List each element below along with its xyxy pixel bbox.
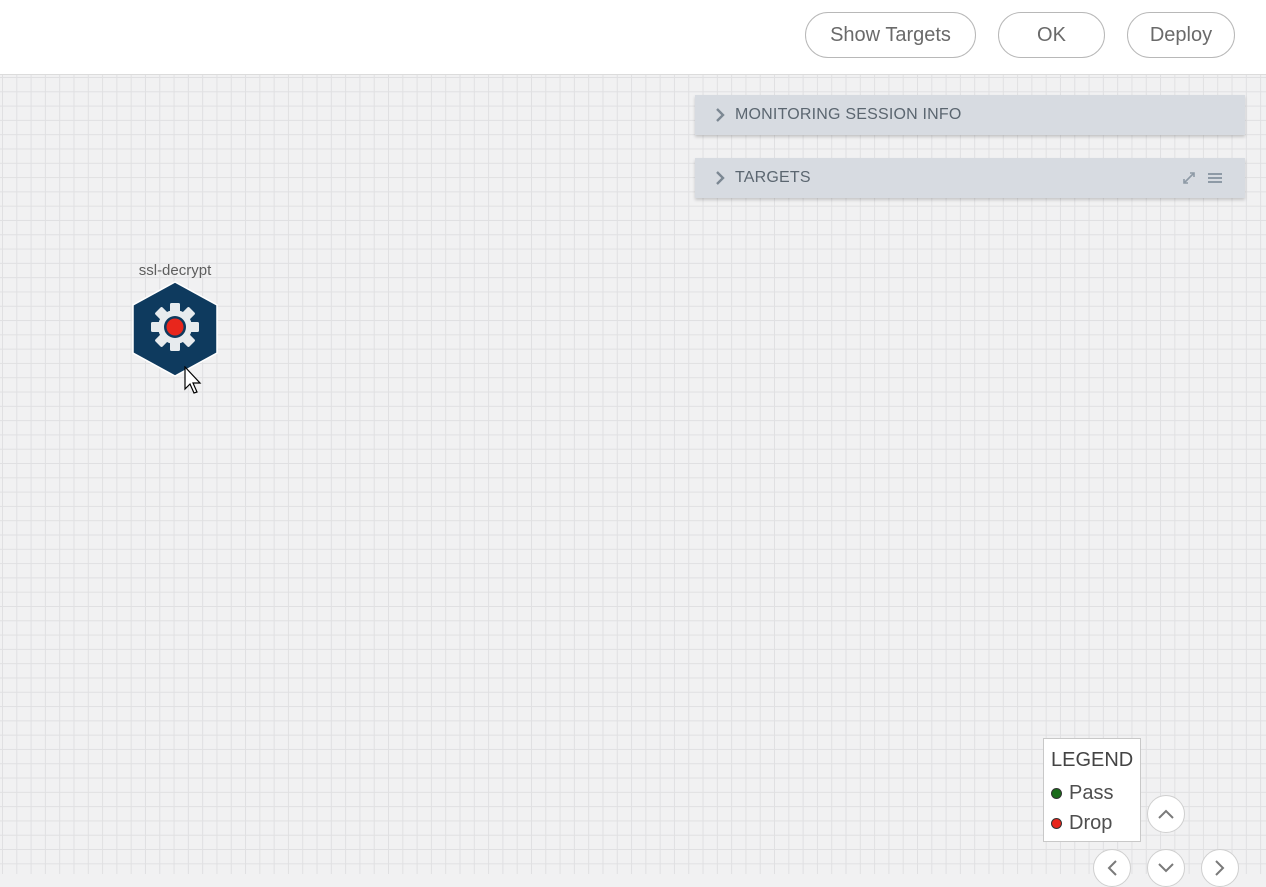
- pan-left-button[interactable]: [1093, 849, 1131, 887]
- node-label: ssl-decrypt: [138, 262, 212, 279]
- legend: LEGEND Pass Drop: [1043, 738, 1141, 842]
- legend-title: LEGEND: [1051, 749, 1134, 771]
- top-toolbar: Show Targets OK Deploy: [0, 0, 1266, 75]
- chevron-down-icon: [1158, 863, 1174, 873]
- chevron-up-icon: [1158, 809, 1174, 819]
- pan-up-button[interactable]: [1147, 795, 1185, 833]
- chevron-right-icon: [713, 171, 727, 185]
- panel-title: TARGETS: [735, 169, 811, 186]
- legend-item-label: Drop: [1069, 811, 1113, 834]
- mouse-cursor-icon: [184, 366, 202, 394]
- ok-button[interactable]: OK: [998, 12, 1105, 58]
- legend-item-drop: Drop: [1051, 808, 1140, 838]
- pass-dot-icon: [1051, 787, 1062, 799]
- deploy-button[interactable]: Deploy: [1127, 12, 1235, 58]
- pan-down-button[interactable]: [1147, 849, 1185, 887]
- menu-icon[interactable]: [1207, 170, 1223, 191]
- panel-title: MONITORING SESSION INFO: [735, 106, 962, 123]
- drop-dot-icon: [1051, 817, 1062, 829]
- show-targets-button[interactable]: Show Targets: [805, 12, 976, 58]
- expand-icon[interactable]: [1181, 170, 1197, 191]
- monitoring-session-info-panel[interactable]: MONITORING SESSION INFO: [695, 95, 1245, 135]
- legend-item-label: Pass: [1069, 781, 1114, 804]
- pan-right-button[interactable]: [1201, 849, 1239, 887]
- chevron-right-icon: [1215, 860, 1225, 876]
- status-dot: [166, 318, 184, 336]
- chevron-left-icon: [1107, 860, 1117, 876]
- legend-item-pass: Pass: [1051, 778, 1140, 808]
- gear-icon: [132, 281, 218, 377]
- chevron-right-icon: [713, 108, 727, 122]
- targets-panel[interactable]: TARGETS: [695, 158, 1245, 198]
- ssl-decrypt-node[interactable]: ssl-decrypt: [120, 262, 230, 382]
